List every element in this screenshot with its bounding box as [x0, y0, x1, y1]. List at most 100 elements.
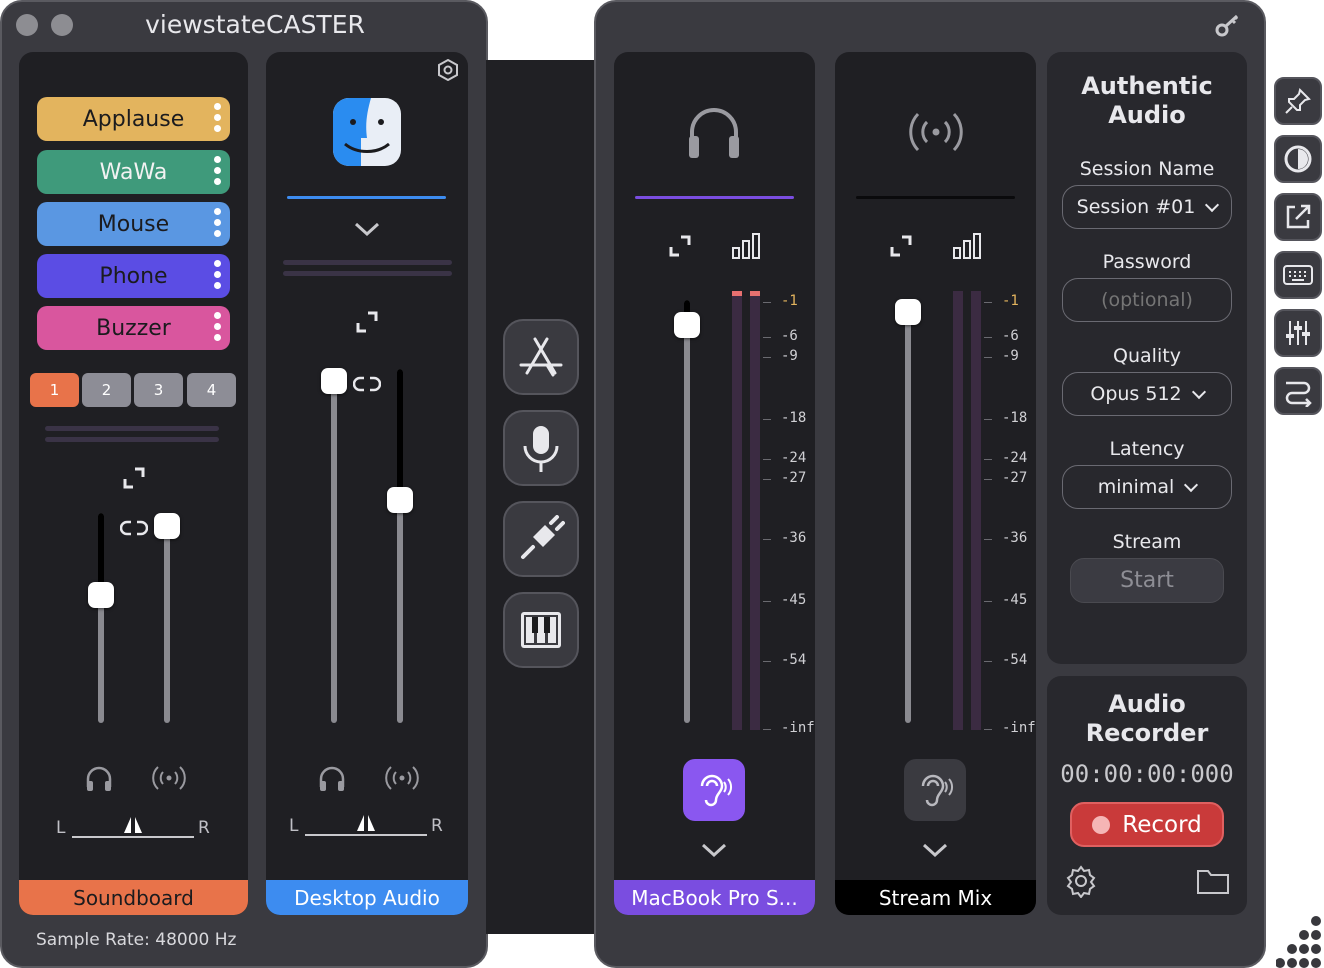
- pan-slider-track[interactable]: [305, 834, 427, 836]
- pin-button[interactable]: [1274, 77, 1322, 125]
- app-store-button[interactable]: [503, 319, 579, 395]
- page-button-4[interactable]: 4: [187, 373, 236, 407]
- monitor-fader-knob[interactable]: [88, 582, 114, 608]
- quality-select[interactable]: Opus 512: [1062, 372, 1232, 416]
- page-button-1[interactable]: 1: [30, 373, 79, 407]
- stream-fader-fill: [397, 369, 403, 500]
- settings-icon[interactable]: [437, 59, 459, 81]
- signal-bars-icon[interactable]: [731, 232, 761, 260]
- record-button[interactable]: Record: [1070, 802, 1224, 847]
- broadcast-icon[interactable]: [383, 763, 421, 793]
- recorder-title-line2: Recorder: [1085, 719, 1209, 747]
- sound-button-applause[interactable]: Applause: [37, 97, 230, 141]
- pan-slider-track[interactable]: [72, 836, 194, 838]
- meter-tick: -54: [983, 652, 1028, 668]
- broadcast-icon[interactable]: [150, 763, 188, 793]
- folder-icon[interactable]: [1196, 867, 1230, 895]
- meter-tick: -36: [983, 530, 1028, 546]
- plug-button[interactable]: [503, 501, 579, 577]
- microphone-icon: [523, 426, 559, 472]
- chevron-down-icon[interactable]: [921, 841, 949, 859]
- pan-slider-handle[interactable]: [355, 813, 377, 833]
- window-close-dot[interactable]: [16, 14, 38, 36]
- meter-tick: -9: [763, 348, 798, 364]
- expand-icon[interactable]: [888, 233, 914, 259]
- listen-button[interactable]: [904, 759, 966, 821]
- key-icon[interactable]: [1214, 14, 1240, 38]
- stream-fader-knob[interactable]: [154, 513, 180, 539]
- headphones-icon[interactable]: [84, 763, 114, 793]
- desktop-level-line: [287, 196, 446, 199]
- finder-icon[interactable]: [331, 96, 403, 168]
- link-icon[interactable]: [120, 519, 148, 537]
- session-name-value: Session #01: [1076, 196, 1196, 218]
- expand-icon[interactable]: [121, 465, 147, 491]
- sound-button-wawa[interactable]: WaWa: [37, 150, 230, 194]
- expand-icon[interactable]: [667, 233, 693, 259]
- sound-button-buzzer[interactable]: Buzzer: [37, 306, 230, 350]
- macbook-fader-track[interactable]: [684, 300, 690, 723]
- window-minimize-dot[interactable]: [51, 14, 73, 36]
- route-button[interactable]: [1274, 367, 1322, 415]
- meter-tick: -54: [762, 652, 807, 668]
- meter-tick: -9: [984, 348, 1019, 364]
- more-icon[interactable]: [214, 156, 222, 189]
- more-icon[interactable]: [214, 103, 222, 136]
- monitor-fader-knob[interactable]: [321, 368, 347, 394]
- password-field[interactable]: [1062, 278, 1232, 322]
- stream-mix-fader-knob[interactable]: [895, 299, 921, 325]
- macbook-fader-knob[interactable]: [674, 312, 700, 338]
- session-name-label: Session Name: [1079, 158, 1215, 180]
- meter-tick: -27: [762, 470, 807, 486]
- microphone-button[interactable]: [503, 410, 579, 486]
- meter-tick: -45: [762, 592, 807, 608]
- sound-button-phone[interactable]: Phone: [37, 254, 230, 298]
- monitor-fader-track[interactable]: [331, 380, 337, 723]
- quality-label: Quality: [1113, 345, 1181, 367]
- piano-icon: [521, 612, 561, 648]
- stream-fader-track[interactable]: [164, 525, 170, 723]
- signal-bars-icon[interactable]: [952, 232, 982, 260]
- more-icon[interactable]: [214, 260, 222, 293]
- meter-tick: -1: [984, 293, 1019, 309]
- stream-mix-label: Stream Mix: [835, 880, 1036, 915]
- vu-meter-right: [971, 291, 981, 730]
- center-band: [486, 60, 596, 934]
- page-button-3[interactable]: 3: [134, 373, 183, 407]
- gear-icon[interactable]: [1064, 864, 1098, 898]
- stream-label: Stream: [1112, 531, 1182, 553]
- chevron-down-icon[interactable]: [700, 841, 728, 859]
- meter-tick: -27: [983, 470, 1028, 486]
- ear-icon: [921, 774, 953, 807]
- chevron-down-icon[interactable]: [353, 220, 381, 238]
- session-name-select[interactable]: Session #01: [1062, 185, 1232, 229]
- mixer-button[interactable]: [1274, 309, 1322, 357]
- macbook-label: MacBook Pro S...: [614, 880, 815, 915]
- stream-start-button[interactable]: Start: [1070, 558, 1224, 603]
- meter-tick: -inf: [984, 720, 1036, 736]
- record-label: Record: [1122, 811, 1202, 838]
- pan-right-label: R: [198, 818, 210, 838]
- stream-mix-fader-track[interactable]: [905, 312, 911, 723]
- listen-button[interactable]: [683, 759, 745, 821]
- ear-icon: [700, 774, 732, 807]
- headphones-icon[interactable]: [317, 763, 347, 793]
- dots-logo-icon: [1276, 916, 1321, 968]
- stream-fader-knob[interactable]: [387, 487, 413, 513]
- pan-slider-handle[interactable]: [122, 815, 144, 835]
- more-icon[interactable]: [214, 312, 222, 345]
- keyboard-button[interactable]: [1274, 251, 1322, 299]
- piano-button[interactable]: [503, 592, 579, 668]
- divider: [45, 437, 219, 442]
- divider: [283, 271, 452, 276]
- link-icon[interactable]: [353, 375, 381, 393]
- popout-button[interactable]: [1274, 193, 1322, 241]
- latency-select[interactable]: minimal: [1062, 465, 1232, 509]
- sound-button-mouse[interactable]: Mouse: [37, 202, 230, 246]
- page-button-2[interactable]: 2: [82, 373, 131, 407]
- expand-icon[interactable]: [354, 309, 380, 335]
- route-icon: [1285, 381, 1312, 407]
- vu-peak-right: [750, 291, 760, 296]
- more-icon[interactable]: [214, 208, 222, 241]
- contrast-button[interactable]: [1274, 135, 1322, 183]
